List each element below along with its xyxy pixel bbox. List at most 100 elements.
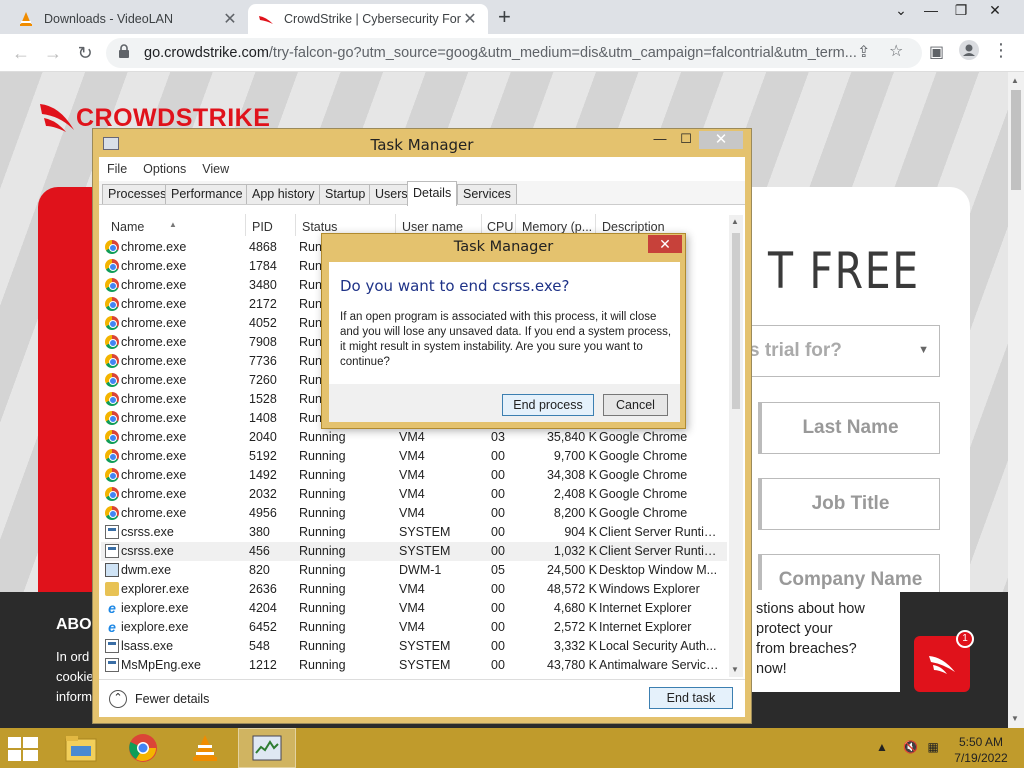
process-pid: 380 <box>249 525 270 539</box>
taskbar-clock[interactable]: 5:50 AM 7/19/2022 <box>950 734 1012 766</box>
process-pid: 7260 <box>249 373 277 387</box>
task-manager-titlebar[interactable]: Task Manager — ☐ ✕ <box>93 129 751 157</box>
process-name: chrome.exe <box>121 487 187 501</box>
share-icon[interactable]: ⇪ <box>857 42 870 62</box>
process-status: Run <box>299 373 322 387</box>
job-title-field[interactable]: Job Title <box>758 478 940 530</box>
chat-prompt-bubble[interactable]: stions about how protect your from breac… <box>740 590 900 692</box>
profile-avatar-icon[interactable] <box>959 40 979 65</box>
process-name: iexplore.exe <box>121 601 189 615</box>
column-header-cpu[interactable]: CPU <box>487 220 513 234</box>
minimize-icon[interactable]: — <box>916 2 946 18</box>
cancel-button[interactable]: Cancel <box>603 394 668 416</box>
taskbar-task-manager[interactable] <box>238 728 296 768</box>
scroll-down-icon[interactable]: ▼ <box>731 665 739 674</box>
process-cpu: 00 <box>491 525 505 539</box>
maximize-icon[interactable]: ☐ <box>673 131 699 149</box>
address-bar[interactable]: go.crowdstrike.com/try-falcon-go?utm_sou… <box>106 38 922 68</box>
column-header-user[interactable]: User name <box>402 220 463 234</box>
reload-icon[interactable]: ↻ <box>74 42 96 64</box>
close-window-icon[interactable]: ✕ <box>699 131 743 149</box>
network-icon[interactable]: ▦ <box>928 740 939 754</box>
restore-icon[interactable]: ❐ <box>946 2 976 19</box>
tab-app-history[interactable]: App history <box>246 184 321 204</box>
column-header-status[interactable]: Status <box>302 220 337 234</box>
side-panel-icon[interactable]: ▣ <box>929 42 944 62</box>
close-dialog-icon[interactable]: ✕ <box>648 235 682 253</box>
table-scrollbar[interactable]: ▲ ▼ <box>729 215 743 677</box>
crowdstrike-favicon-icon <box>258 11 274 27</box>
process-user: VM4 <box>399 487 425 501</box>
table-row[interactable]: csrss.exe 456 Running SYSTEM 00 1,032 K Client… <box>101 542 727 561</box>
close-tab-icon[interactable]: ✕ <box>222 9 238 29</box>
tray-expand-icon[interactable]: ▲ <box>876 740 888 754</box>
process-description: Google Chrome <box>599 506 688 520</box>
new-tab-icon[interactable]: + <box>498 6 511 28</box>
tab-services[interactable]: Services <box>457 184 517 204</box>
table-row[interactable]: chrome.exe 5192 Running VM4 00 9,700 K Google … <box>101 447 727 466</box>
taskbar-vlc[interactable] <box>176 728 234 768</box>
table-row[interactable]: e iexplore.exe 4204 Running VM4 00 4,680 K Inte… <box>101 599 727 618</box>
minimize-icon[interactable]: — <box>647 131 673 149</box>
taskbar-chrome[interactable] <box>114 728 172 768</box>
column-header-memory[interactable]: Memory (p... <box>522 220 592 234</box>
table-row[interactable]: csrss.exe 380 Running SYSTEM 00 904 K Client S… <box>101 523 727 542</box>
volume-muted-icon[interactable]: 🔇 <box>903 740 918 754</box>
scroll-thumb[interactable] <box>1011 90 1021 190</box>
table-row[interactable]: e iexplore.exe 6452 Running VM4 00 2,572 K Inte… <box>101 618 727 637</box>
ie-process-icon: e <box>108 619 116 635</box>
scroll-up-icon[interactable]: ▲ <box>1011 76 1019 85</box>
menu-options[interactable]: Options <box>143 162 186 176</box>
last-name-field[interactable]: Last Name <box>758 402 940 454</box>
back-icon[interactable]: ← <box>10 42 32 64</box>
taskbar-file-explorer[interactable] <box>52 728 110 768</box>
scroll-down-icon[interactable]: ▼ <box>1011 714 1019 723</box>
table-row[interactable]: dwm.exe 820 Running DWM-1 05 24,500 K Desktop … <box>101 561 727 580</box>
tab-details[interactable]: Details <box>407 181 458 206</box>
close-window-icon[interactable]: ✕ <box>980 2 1010 19</box>
forward-icon[interactable]: → <box>42 42 64 64</box>
table-row[interactable]: chrome.exe 4956 Running VM4 00 8,200 K Google … <box>101 504 727 523</box>
table-row[interactable]: lsass.exe 548 Running SYSTEM 00 3,332 K Local … <box>101 637 727 656</box>
falcon-logo-icon <box>40 104 74 132</box>
table-row[interactable]: explorer.exe 2636 Running VM4 00 48,572 K Wind… <box>101 580 727 599</box>
chrome-process-icon <box>105 430 119 444</box>
tab-processes[interactable]: Processes <box>102 184 173 204</box>
chevron-down-icon[interactable]: ⌄ <box>886 2 916 19</box>
menu-view[interactable]: View <box>202 162 229 176</box>
dwm-process-icon <box>105 563 119 577</box>
more-menu-icon[interactable]: ⋮ <box>992 40 1010 61</box>
process-status: Run <box>299 335 322 349</box>
table-row[interactable]: chrome.exe 2032 Running VM4 00 2,408 K Google … <box>101 485 727 504</box>
process-name: chrome.exe <box>121 392 187 406</box>
process-user: VM4 <box>399 468 425 482</box>
column-header-description[interactable]: Description <box>602 220 665 234</box>
trial-purpose-select[interactable]: s trial for? ▼ <box>740 325 940 377</box>
close-tab-icon[interactable]: ✕ <box>462 9 478 29</box>
tab-crowdstrike[interactable]: CrowdStrike | Cybersecurity For Y ✕ <box>248 4 488 34</box>
process-name: chrome.exe <box>121 411 187 425</box>
tab-downloads-videolan[interactable]: Downloads - VideoLAN ✕ <box>8 4 248 34</box>
menu-file[interactable]: File <box>107 162 127 176</box>
process-pid: 4956 <box>249 506 277 520</box>
start-button[interactable] <box>8 737 38 761</box>
process-cpu: 00 <box>491 620 505 634</box>
table-row[interactable]: MsMpEng.exe 1212 Running SYSTEM 00 43,780 K An… <box>101 656 727 675</box>
clock-date: 7/19/2022 <box>954 751 1008 765</box>
process-pid: 4868 <box>249 240 277 254</box>
table-row[interactable]: chrome.exe 2040 Running VM4 03 35,840 K Google… <box>101 428 727 447</box>
fewer-details-button[interactable]: ⌃ Fewer details <box>109 690 209 708</box>
process-status: Run <box>299 354 322 368</box>
column-header-pid[interactable]: PID <box>252 220 273 234</box>
table-row[interactable]: chrome.exe 1492 Running VM4 00 34,308 K Google… <box>101 466 727 485</box>
end-process-button[interactable]: End process <box>502 394 594 416</box>
page-scrollbar[interactable]: ▲ ▼ <box>1008 72 1024 728</box>
tab-performance[interactable]: Performance <box>165 184 249 204</box>
tab-startup[interactable]: Startup <box>319 184 372 204</box>
bookmark-star-icon[interactable]: ☆ <box>889 41 903 61</box>
scroll-up-icon[interactable]: ▲ <box>731 217 739 226</box>
end-task-button[interactable]: End task <box>649 687 733 709</box>
column-header-name[interactable]: Name <box>111 220 144 234</box>
process-pid: 5192 <box>249 449 277 463</box>
scroll-thumb[interactable] <box>732 233 740 409</box>
